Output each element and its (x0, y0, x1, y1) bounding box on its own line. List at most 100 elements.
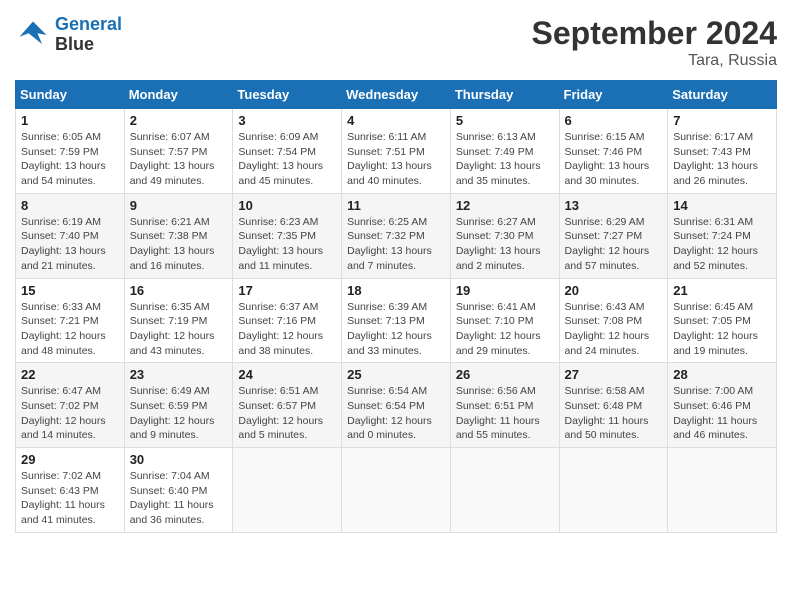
calendar-day-cell: 5 Sunrise: 6:13 AMSunset: 7:49 PMDaylight… (450, 109, 559, 194)
calendar-week-row: 8Sunrise: 6:19 AMSunset: 7:40 PMDaylight… (16, 193, 777, 278)
logo-text: GeneralBlue (55, 15, 122, 55)
day-number: 9 (130, 198, 228, 213)
month-title: September 2024 (532, 15, 777, 52)
day-number: 20 (565, 283, 663, 298)
calendar-day-cell: 30 Sunrise: 7:04 AMSunset: 6:40 PMDayligh… (124, 448, 233, 533)
day-number: 30 (130, 452, 228, 467)
calendar-day-cell: 7 Sunrise: 6:17 AMSunset: 7:43 PMDaylight… (668, 109, 777, 194)
day-info: Sunrise: 6:25 AMSunset: 7:32 PMDaylight:… (347, 215, 445, 274)
day-info: Sunrise: 6:27 AMSunset: 7:30 PMDaylight:… (456, 215, 554, 274)
weekday-header-saturday: Saturday (668, 81, 777, 109)
calendar-week-row: 1Sunrise: 6:05 AMSunset: 7:59 PMDaylight… (16, 109, 777, 194)
day-info: Sunrise: 6:35 AMSunset: 7:19 PMDaylight:… (130, 300, 228, 359)
calendar-week-row: 22 Sunrise: 6:47 AMSunset: 7:02 PMDayligh… (16, 363, 777, 448)
weekday-header-friday: Friday (559, 81, 668, 109)
day-number: 15 (21, 283, 119, 298)
day-info: Sunrise: 7:00 AMSunset: 6:46 PMDaylight:… (673, 384, 771, 443)
calendar-day-cell: 15 Sunrise: 6:33 AMSunset: 7:21 PMDayligh… (16, 278, 125, 363)
calendar-day-cell: 18 Sunrise: 6:39 AMSunset: 7:13 PMDayligh… (342, 278, 451, 363)
weekday-header-wednesday: Wednesday (342, 81, 451, 109)
day-number: 27 (565, 367, 663, 382)
day-number: 29 (21, 452, 119, 467)
day-number: 2 (130, 113, 228, 128)
day-number: 11 (347, 198, 445, 213)
logo-icon (15, 17, 51, 53)
day-info: Sunrise: 6:39 AMSunset: 7:13 PMDaylight:… (347, 300, 445, 359)
calendar-header-row: SundayMondayTuesdayWednesdayThursdayFrid… (16, 81, 777, 109)
page-header: GeneralBlue September 2024 Tara, Russia (15, 15, 777, 70)
calendar-empty-cell (668, 448, 777, 533)
calendar-day-cell: 29 Sunrise: 7:02 AMSunset: 6:43 PMDayligh… (16, 448, 125, 533)
calendar-day-cell: 20 Sunrise: 6:43 AMSunset: 7:08 PMDayligh… (559, 278, 668, 363)
day-info: Sunrise: 7:04 AMSunset: 6:40 PMDaylight:… (130, 469, 228, 528)
calendar-day-cell: 12 Sunrise: 6:27 AMSunset: 7:30 PMDayligh… (450, 193, 559, 278)
calendar-day-cell: 13Sunrise: 6:29 AMSunset: 7:27 PMDayligh… (559, 193, 668, 278)
day-info: Sunrise: 6:15 AMSunset: 7:46 PMDaylight:… (565, 130, 663, 189)
day-info: Sunrise: 6:17 AMSunset: 7:43 PMDaylight:… (673, 130, 771, 189)
calendar-day-cell: 4 Sunrise: 6:11 AMSunset: 7:51 PMDaylight… (342, 109, 451, 194)
weekday-header-monday: Monday (124, 81, 233, 109)
day-number: 4 (347, 113, 445, 128)
day-number: 18 (347, 283, 445, 298)
day-info: Sunrise: 6:58 AMSunset: 6:48 PMDaylight:… (565, 384, 663, 443)
calendar-week-row: 29 Sunrise: 7:02 AMSunset: 6:43 PMDayligh… (16, 448, 777, 533)
day-info: Sunrise: 6:51 AMSunset: 6:57 PMDaylight:… (238, 384, 336, 443)
day-info: Sunrise: 6:23 AMSunset: 7:35 PMDaylight:… (238, 215, 336, 274)
day-number: 26 (456, 367, 554, 382)
day-number: 16 (130, 283, 228, 298)
calendar-day-cell: 24 Sunrise: 6:51 AMSunset: 6:57 PMDayligh… (233, 363, 342, 448)
day-number: 24 (238, 367, 336, 382)
day-number: 12 (456, 198, 554, 213)
logo: GeneralBlue (15, 15, 122, 55)
day-info: Sunrise: 6:43 AMSunset: 7:08 PMDaylight:… (565, 300, 663, 359)
day-info: Sunrise: 6:33 AMSunset: 7:21 PMDaylight:… (21, 300, 119, 359)
calendar-day-cell: 17Sunrise: 6:37 AMSunset: 7:16 PMDayligh… (233, 278, 342, 363)
day-info: Sunrise: 6:45 AMSunset: 7:05 PMDaylight:… (673, 300, 771, 359)
calendar-day-cell: 11 Sunrise: 6:25 AMSunset: 7:32 PMDayligh… (342, 193, 451, 278)
day-number: 21 (673, 283, 771, 298)
day-info: Sunrise: 6:31 AMSunset: 7:24 PMDaylight:… (673, 215, 771, 274)
calendar-empty-cell (450, 448, 559, 533)
day-info: Sunrise: 6:29 AMSunset: 7:27 PMDaylight:… (565, 215, 663, 274)
day-info: Sunrise: 6:11 AMSunset: 7:51 PMDaylight:… (347, 130, 445, 189)
calendar-day-cell: 8Sunrise: 6:19 AMSunset: 7:40 PMDaylight… (16, 193, 125, 278)
day-info: Sunrise: 7:02 AMSunset: 6:43 PMDaylight:… (21, 469, 119, 528)
day-info: Sunrise: 6:05 AMSunset: 7:59 PMDaylight:… (21, 130, 119, 189)
location: Tara, Russia (532, 52, 777, 70)
day-number: 25 (347, 367, 445, 382)
day-number: 19 (456, 283, 554, 298)
day-info: Sunrise: 6:41 AMSunset: 7:10 PMDaylight:… (456, 300, 554, 359)
day-info: Sunrise: 6:21 AMSunset: 7:38 PMDaylight:… (130, 215, 228, 274)
day-info: Sunrise: 6:47 AMSunset: 7:02 PMDaylight:… (21, 384, 119, 443)
calendar-day-cell: 19 Sunrise: 6:41 AMSunset: 7:10 PMDayligh… (450, 278, 559, 363)
calendar-day-cell: 22 Sunrise: 6:47 AMSunset: 7:02 PMDayligh… (16, 363, 125, 448)
day-number: 17 (238, 283, 336, 298)
day-info: Sunrise: 6:07 AMSunset: 7:57 PMDaylight:… (130, 130, 228, 189)
day-number: 14 (673, 198, 771, 213)
calendar-empty-cell (233, 448, 342, 533)
day-number: 22 (21, 367, 119, 382)
weekday-header-sunday: Sunday (16, 81, 125, 109)
day-info: Sunrise: 6:09 AMSunset: 7:54 PMDaylight:… (238, 130, 336, 189)
calendar-empty-cell (559, 448, 668, 533)
day-number: 5 (456, 113, 554, 128)
calendar-day-cell: 1Sunrise: 6:05 AMSunset: 7:59 PMDaylight… (16, 109, 125, 194)
calendar-day-cell: 27 Sunrise: 6:58 AMSunset: 6:48 PMDayligh… (559, 363, 668, 448)
calendar-day-cell: 28 Sunrise: 7:00 AMSunset: 6:46 PMDayligh… (668, 363, 777, 448)
calendar-empty-cell (342, 448, 451, 533)
weekday-header-thursday: Thursday (450, 81, 559, 109)
day-number: 6 (565, 113, 663, 128)
calendar-day-cell: 25 Sunrise: 6:54 AMSunset: 6:54 PMDayligh… (342, 363, 451, 448)
day-info: Sunrise: 6:13 AMSunset: 7:49 PMDaylight:… (456, 130, 554, 189)
day-info: Sunrise: 6:19 AMSunset: 7:40 PMDaylight:… (21, 215, 119, 274)
calendar-day-cell: 10Sunrise: 6:23 AMSunset: 7:35 PMDayligh… (233, 193, 342, 278)
calendar-body: 1Sunrise: 6:05 AMSunset: 7:59 PMDaylight… (16, 109, 777, 533)
calendar-day-cell: 21 Sunrise: 6:45 AMSunset: 7:05 PMDayligh… (668, 278, 777, 363)
calendar-day-cell: 6 Sunrise: 6:15 AMSunset: 7:46 PMDaylight… (559, 109, 668, 194)
calendar-day-cell: 3Sunrise: 6:09 AMSunset: 7:54 PMDaylight… (233, 109, 342, 194)
day-info: Sunrise: 6:54 AMSunset: 6:54 PMDaylight:… (347, 384, 445, 443)
day-number: 28 (673, 367, 771, 382)
weekday-header-tuesday: Tuesday (233, 81, 342, 109)
day-number: 7 (673, 113, 771, 128)
calendar-day-cell: 9 Sunrise: 6:21 AMSunset: 7:38 PMDaylight… (124, 193, 233, 278)
